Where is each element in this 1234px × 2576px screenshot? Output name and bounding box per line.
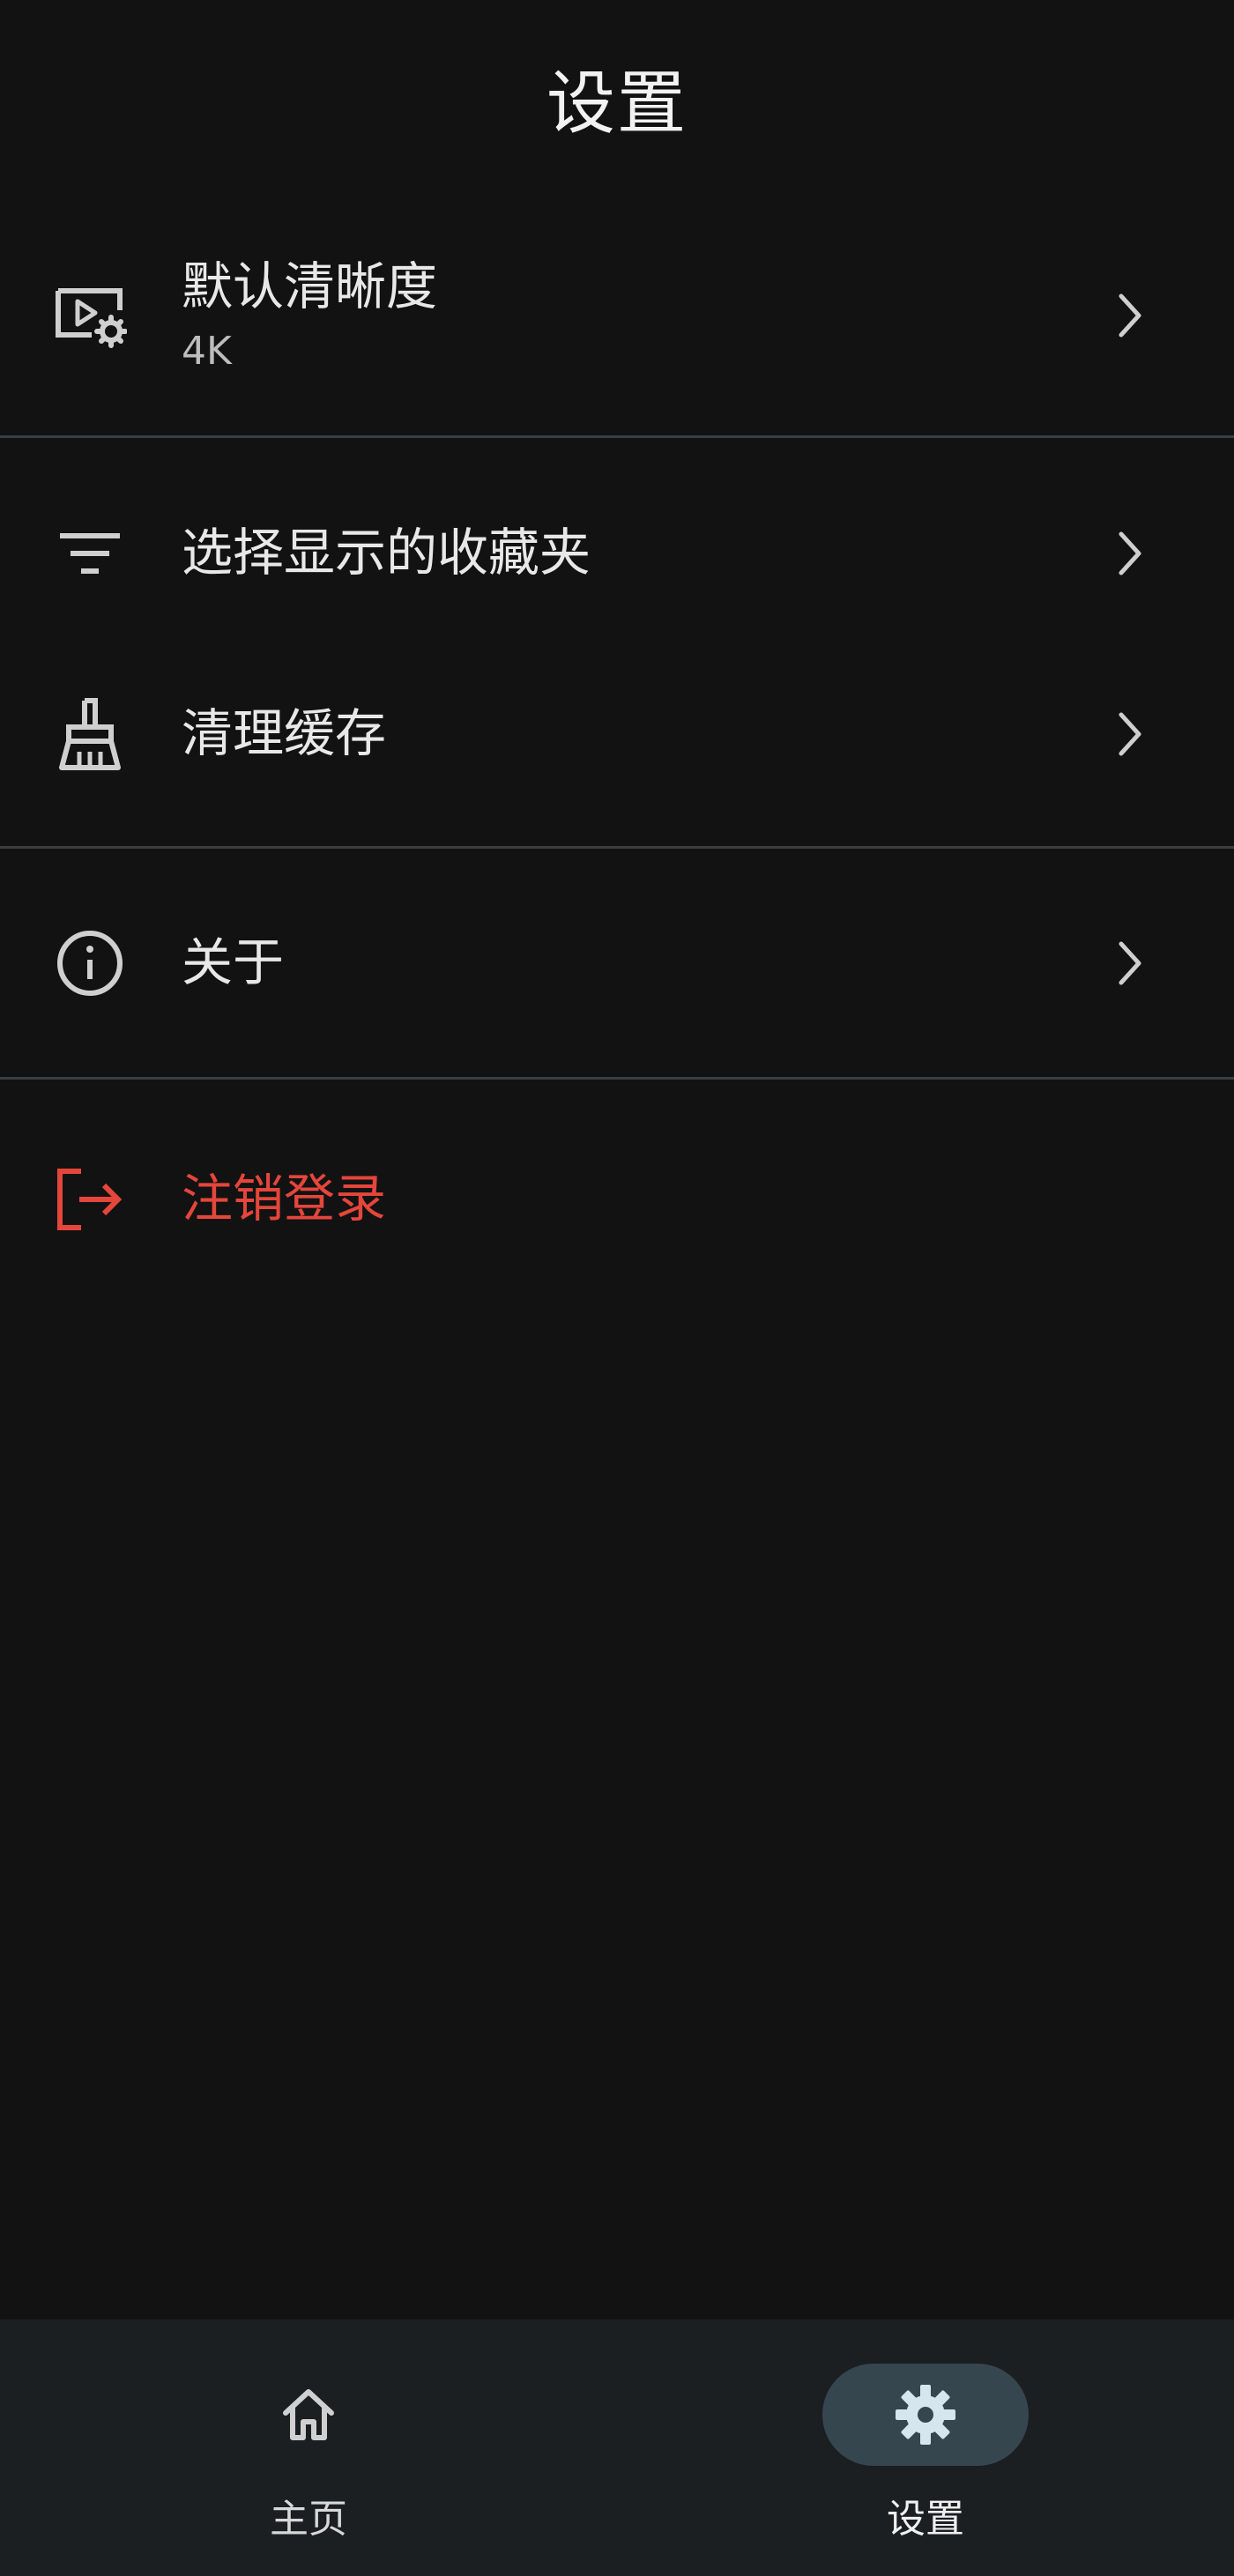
about-label: 关于 — [182, 932, 285, 993]
clear-cache-item[interactable]: 清理缓存 — [0, 657, 1234, 811]
chevron-right-icon — [1119, 941, 1141, 984]
nav-settings-indicator — [822, 2364, 1029, 2466]
clear-cache-label: 清理缓存 — [182, 703, 387, 764]
logout-item[interactable]: 注销登录 — [0, 1126, 1234, 1272]
broom-icon — [53, 697, 127, 771]
home-icon — [283, 2389, 334, 2440]
nav-home[interactable]: 主页 — [0, 2320, 617, 2576]
about-item[interactable]: 关于 — [0, 890, 1234, 1036]
chevron-right-icon — [1119, 531, 1141, 575]
default-quality-label: 默认清晰度 — [182, 256, 438, 317]
nav-home-indicator — [205, 2364, 412, 2466]
default-quality-item[interactable]: 默认清晰度 4K — [0, 196, 1234, 435]
gear-icon — [896, 2385, 955, 2445]
chevron-right-icon — [1119, 712, 1141, 755]
default-quality-value: 4K — [182, 328, 232, 374]
select-favorites-label: 选择显示的收藏夹 — [182, 523, 591, 583]
divider — [0, 846, 1234, 849]
logout-label: 注销登录 — [182, 1169, 387, 1229]
info-icon — [53, 926, 127, 1000]
bottom-navigation: 主页 设置 — [0, 2320, 1234, 2576]
divider — [0, 435, 1234, 438]
video-settings-icon — [53, 278, 127, 353]
nav-settings[interactable]: 设置 — [617, 2320, 1234, 2576]
select-favorites-item[interactable]: 选择显示的收藏夹 — [0, 476, 1234, 630]
filter-list-icon — [53, 516, 127, 590]
chevron-right-icon — [1119, 293, 1141, 338]
page-title: 设置 — [546, 64, 688, 144]
logout-icon — [53, 1162, 127, 1236]
divider — [0, 1077, 1234, 1080]
nav-settings-label: 设置 — [887, 2497, 964, 2542]
nav-home-label: 主页 — [270, 2497, 347, 2542]
